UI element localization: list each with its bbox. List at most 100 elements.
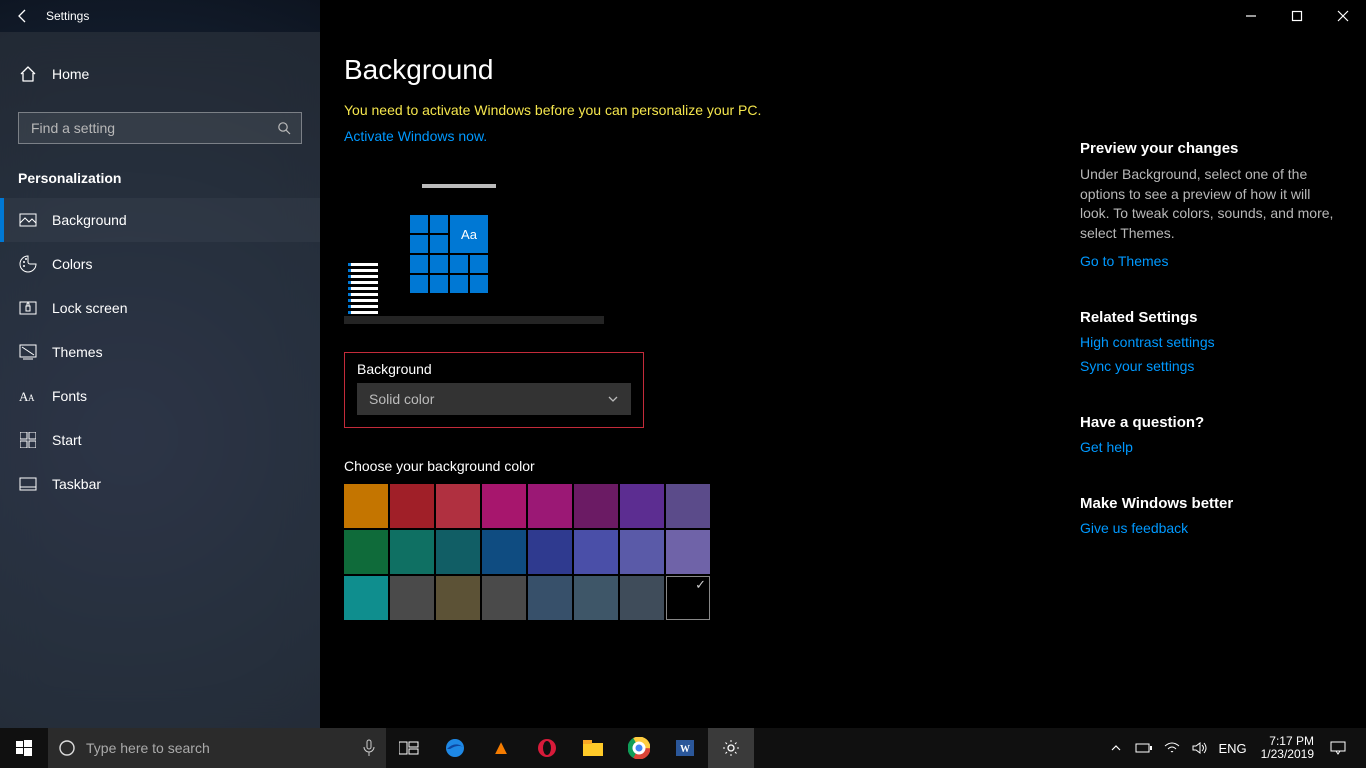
preview-sample-tile: Aa	[450, 215, 488, 253]
volume-icon[interactable]	[1190, 741, 1210, 755]
color-swatch[interactable]	[574, 530, 618, 574]
taskbar: Type here to search ▲ W	[0, 728, 1366, 768]
start-button[interactable]	[0, 728, 48, 768]
taskbar-clock[interactable]: 7:17 PM 1/23/2019	[1255, 735, 1320, 761]
battery-icon[interactable]	[1134, 742, 1154, 754]
home-icon	[18, 65, 38, 83]
color-swatch[interactable]	[390, 576, 434, 620]
color-swatch[interactable]	[482, 484, 526, 528]
activate-windows-link[interactable]: Activate Windows now.	[344, 128, 1060, 144]
sidebar-item-lock-screen[interactable]: Lock screen	[0, 286, 320, 330]
color-section-label: Choose your background color	[344, 458, 1060, 474]
background-dropdown-label: Background	[357, 361, 631, 377]
mic-icon[interactable]	[362, 739, 376, 757]
sidebar-item-label: Background	[52, 212, 127, 228]
sidebar-item-themes[interactable]: Themes	[0, 330, 320, 374]
home-button[interactable]: Home	[0, 52, 320, 96]
taskbar-app-explorer[interactable]	[570, 728, 616, 768]
search-icon	[277, 121, 291, 135]
sidebar-item-label: Lock screen	[52, 300, 127, 316]
background-dropdown-value: Solid color	[369, 391, 434, 407]
system-tray: ENG 7:17 PM 1/23/2019	[1106, 728, 1366, 768]
back-button[interactable]	[0, 0, 46, 32]
color-swatch[interactable]	[574, 576, 618, 620]
color-swatch[interactable]	[528, 484, 572, 528]
background-icon	[18, 213, 38, 227]
color-swatch[interactable]	[344, 484, 388, 528]
taskbar-icon	[18, 477, 38, 491]
sidebar-item-label: Fonts	[52, 388, 87, 404]
color-swatch[interactable]	[436, 530, 480, 574]
color-swatch[interactable]	[436, 576, 480, 620]
related-settings-heading: Related Settings	[1080, 309, 1342, 326]
sidebar-item-fonts[interactable]: AA Fonts	[0, 374, 320, 418]
color-swatch[interactable]	[344, 530, 388, 574]
sidebar-item-label: Taskbar	[52, 476, 101, 492]
taskbar-app-settings[interactable]	[708, 728, 754, 768]
task-view-button[interactable]	[386, 728, 432, 768]
color-swatch[interactable]	[528, 530, 572, 574]
tray-overflow-icon[interactable]	[1106, 742, 1126, 754]
sidebar-item-background[interactable]: Background	[0, 198, 320, 242]
color-swatch[interactable]	[666, 530, 710, 574]
go-to-themes-link[interactable]: Go to Themes	[1080, 253, 1168, 269]
taskbar-app-word[interactable]: W	[662, 728, 708, 768]
lock-screen-icon	[18, 301, 38, 315]
preview-heading: Preview your changes	[1080, 140, 1342, 157]
color-swatch[interactable]	[528, 576, 572, 620]
sidebar-item-start[interactable]: Start	[0, 418, 320, 462]
desktop-preview: Aa	[344, 184, 604, 324]
taskbar-app-opera[interactable]	[524, 728, 570, 768]
page-heading: Background	[344, 54, 1060, 86]
action-center-icon[interactable]	[1328, 741, 1348, 755]
themes-icon	[18, 344, 38, 360]
colors-icon	[18, 255, 38, 273]
color-swatch[interactable]	[482, 576, 526, 620]
taskbar-search-placeholder: Type here to search	[86, 740, 352, 756]
color-swatch[interactable]	[666, 484, 710, 528]
activation-warning: You need to activate Windows before you …	[344, 102, 1060, 118]
taskbar-search[interactable]: Type here to search	[48, 728, 386, 768]
language-indicator[interactable]: ENG	[1218, 741, 1246, 756]
wifi-icon[interactable]	[1162, 742, 1182, 754]
minimize-button[interactable]	[1228, 0, 1274, 32]
color-swatch[interactable]	[436, 484, 480, 528]
main-panel: Background You need to activate Windows …	[320, 32, 1060, 728]
close-button[interactable]	[1320, 0, 1366, 32]
color-swatch[interactable]	[620, 530, 664, 574]
chevron-down-icon	[607, 393, 619, 405]
sidebar-item-label: Themes	[52, 344, 103, 360]
color-swatch[interactable]	[620, 576, 664, 620]
feedback-link[interactable]: Give us feedback	[1080, 520, 1188, 536]
settings-search[interactable]	[18, 112, 302, 144]
background-dropdown[interactable]: Solid color	[357, 383, 631, 415]
fonts-icon: AA	[18, 388, 38, 404]
taskbar-app-edge[interactable]	[432, 728, 478, 768]
high-contrast-link[interactable]: High contrast settings	[1080, 334, 1342, 350]
color-swatch[interactable]	[574, 484, 618, 528]
get-help-link[interactable]: Get help	[1080, 439, 1133, 455]
color-swatch[interactable]	[482, 530, 526, 574]
color-swatch[interactable]	[344, 576, 388, 620]
color-swatches	[344, 484, 710, 620]
info-panel: Preview your changes Under Background, s…	[1060, 32, 1366, 728]
taskbar-app-chrome[interactable]	[616, 728, 662, 768]
preview-body: Under Background, select one of the opti…	[1080, 165, 1342, 243]
svg-text:W: W	[680, 744, 690, 755]
color-swatch[interactable]	[390, 530, 434, 574]
sync-settings-link[interactable]: Sync your settings	[1080, 358, 1342, 374]
sidebar-item-colors[interactable]: Colors	[0, 242, 320, 286]
home-label: Home	[52, 66, 89, 82]
taskbar-app-vlc[interactable]: ▲	[478, 728, 524, 768]
settings-search-input[interactable]	[29, 119, 277, 137]
color-swatch[interactable]	[666, 576, 710, 620]
color-swatch[interactable]	[620, 484, 664, 528]
question-heading: Have a question?	[1080, 414, 1342, 431]
sidebar-item-label: Start	[52, 432, 82, 448]
color-swatch[interactable]	[390, 484, 434, 528]
maximize-button[interactable]	[1274, 0, 1320, 32]
background-setting-group: Background Solid color	[344, 352, 644, 428]
sidebar-category: Personalization	[0, 162, 320, 198]
sidebar-item-taskbar[interactable]: Taskbar	[0, 462, 320, 506]
taskbar-date: 1/23/2019	[1261, 748, 1314, 761]
